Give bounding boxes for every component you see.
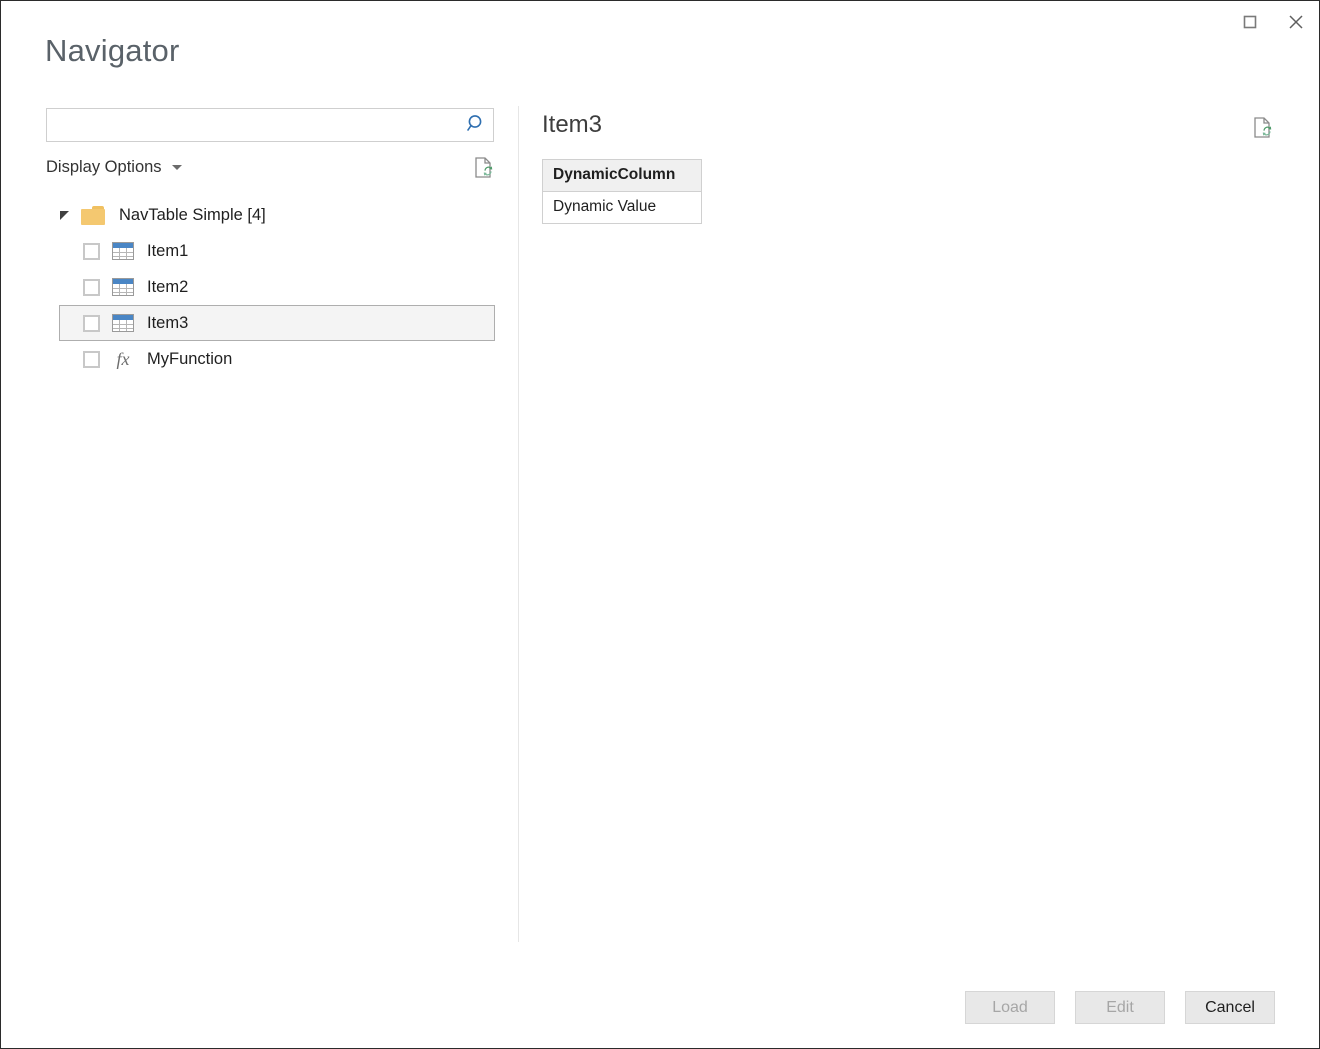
maximize-button[interactable] xyxy=(1227,1,1273,43)
tree-item-myfunction[interactable]: fx MyFunction xyxy=(46,341,496,377)
tree-item-item2[interactable]: Item2 xyxy=(46,269,496,305)
checkbox-myfunction[interactable] xyxy=(83,350,100,368)
page-title: Navigator xyxy=(45,33,180,68)
close-icon xyxy=(1287,13,1305,31)
display-options-dropdown[interactable]: Display Options xyxy=(46,154,182,180)
navigation-tree: NavTable Simple [4] Item1 Item2 Item3 fx… xyxy=(46,197,496,377)
preview-table-body: Dynamic Value xyxy=(542,191,702,224)
window-controls xyxy=(1227,1,1319,43)
edit-button[interactable]: Edit xyxy=(1075,991,1165,1024)
maximize-icon xyxy=(1242,14,1258,30)
table-icon xyxy=(112,278,134,296)
folder-icon xyxy=(81,205,105,225)
tree-item-label: Item1 xyxy=(147,241,189,260)
search-box[interactable] xyxy=(46,108,494,142)
table-cell: Dynamic Value xyxy=(542,191,702,224)
fx-icon: fx xyxy=(116,349,130,369)
preview-table: DynamicColumn Dynamic Value xyxy=(542,159,702,224)
display-options-label: Display Options xyxy=(46,157,162,176)
preview-table-head: DynamicColumn xyxy=(542,159,702,192)
close-button[interactable] xyxy=(1273,1,1319,43)
refresh-preview-button-right[interactable] xyxy=(1249,115,1277,143)
refresh-preview-button-left[interactable] xyxy=(470,155,498,183)
dialog-footer: Load Edit Cancel xyxy=(1,991,1320,1024)
tree-item-label: Item2 xyxy=(147,277,189,296)
search-input[interactable] xyxy=(47,109,459,141)
checkbox-item3[interactable] xyxy=(83,314,100,332)
load-button[interactable]: Load xyxy=(965,991,1055,1024)
search-button[interactable] xyxy=(459,109,493,141)
checkbox-item2[interactable] xyxy=(83,278,100,296)
tree-root-label: NavTable Simple [4] xyxy=(119,205,266,224)
search-icon xyxy=(465,113,487,138)
pane-divider xyxy=(518,106,519,942)
chevron-down-icon xyxy=(171,164,182,170)
tree-item-label: Item3 xyxy=(147,313,189,332)
tree-item-item3[interactable]: Item3 xyxy=(59,305,495,341)
triangle-expanded-icon[interactable] xyxy=(60,210,69,220)
refresh-document-icon xyxy=(471,157,497,184)
tree-root-navtable-simple[interactable]: NavTable Simple [4] xyxy=(46,197,496,233)
cancel-button[interactable]: Cancel xyxy=(1185,991,1275,1024)
tree-item-item1[interactable]: Item1 xyxy=(46,233,496,269)
checkbox-item1[interactable] xyxy=(83,242,100,260)
preview-title: Item3 xyxy=(542,111,603,138)
navigator-dialog: Navigator Display Options NavTable Simpl… xyxy=(0,0,1320,1049)
table-row[interactable]: Dynamic Value xyxy=(542,191,702,224)
tree-item-label: MyFunction xyxy=(147,349,233,368)
left-refresh-wrapper xyxy=(470,155,498,183)
table-icon xyxy=(112,314,134,332)
refresh-document-icon xyxy=(1250,117,1276,144)
right-refresh-wrapper xyxy=(1249,115,1277,143)
preview-table-header-row: DynamicColumn xyxy=(542,159,702,192)
table-icon xyxy=(112,242,134,260)
column-header[interactable]: DynamicColumn xyxy=(542,159,702,192)
